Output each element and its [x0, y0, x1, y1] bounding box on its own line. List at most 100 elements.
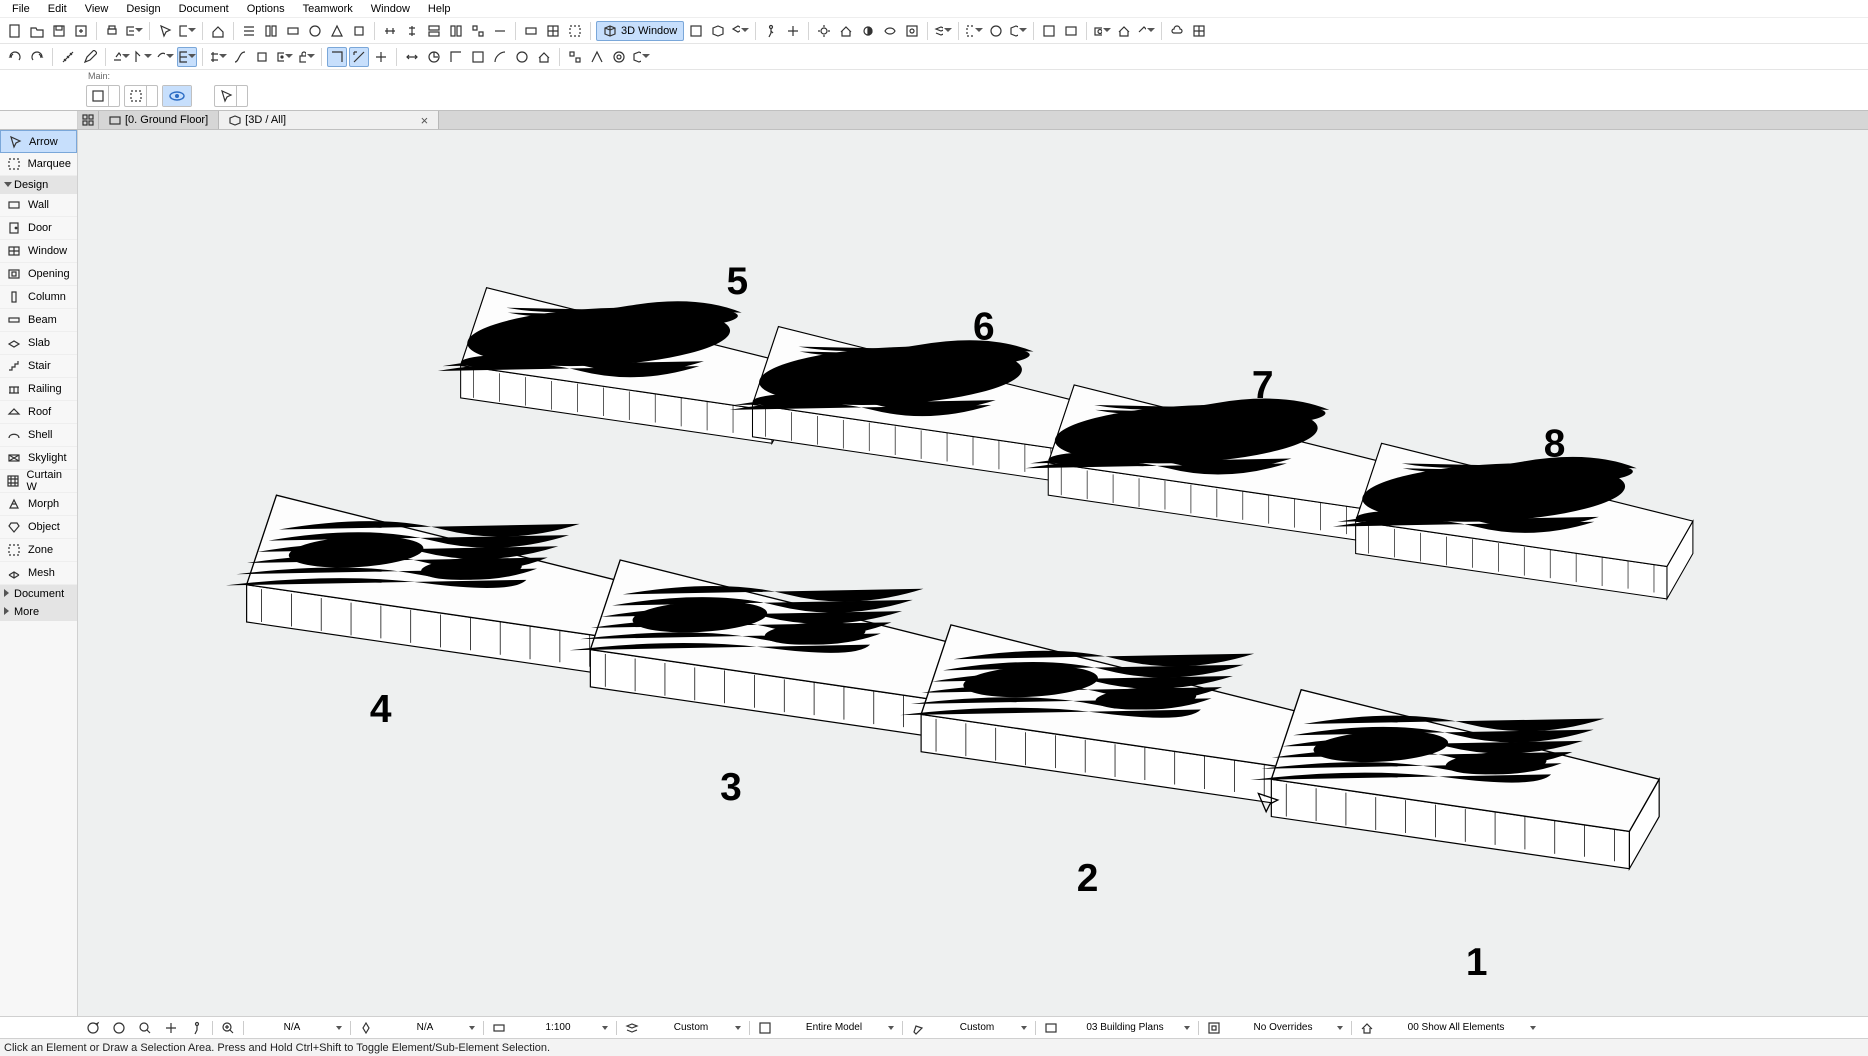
door-tool[interactable]: Door — [0, 217, 77, 240]
orbit-icon[interactable] — [108, 1019, 130, 1037]
m-6-icon[interactable] — [512, 47, 532, 67]
d3-icon[interactable] — [155, 47, 175, 67]
menu-edit[interactable]: Edit — [40, 2, 75, 16]
select-mode-group[interactable] — [86, 85, 120, 107]
orient-icon[interactable] — [355, 1019, 377, 1037]
go-icon[interactable] — [1203, 1019, 1225, 1037]
display-icon[interactable] — [1356, 1019, 1378, 1037]
x-2-icon[interactable] — [587, 47, 607, 67]
nav-home-icon[interactable] — [1136, 21, 1156, 41]
design-group-header[interactable]: Design — [0, 176, 77, 194]
model-field[interactable]: Entire Model — [780, 1019, 898, 1037]
x-3-icon[interactable] — [609, 47, 629, 67]
x-1-icon[interactable] — [565, 47, 585, 67]
d4-icon[interactable] — [177, 47, 197, 67]
wire-icon[interactable] — [880, 21, 900, 41]
grid-icon[interactable] — [1189, 21, 1209, 41]
mod-1-icon[interactable] — [1039, 21, 1059, 41]
layers-icon[interactable] — [621, 1019, 643, 1037]
pen-icon[interactable] — [907, 1019, 929, 1037]
dist-6-icon[interactable] — [490, 21, 510, 41]
camera-icon[interactable] — [1092, 21, 1112, 41]
dist-1-icon[interactable] — [380, 21, 400, 41]
mod-2-icon[interactable] — [1061, 21, 1081, 41]
x-4-icon[interactable] — [631, 47, 651, 67]
save-icon[interactable] — [49, 21, 69, 41]
dist-5-icon[interactable] — [468, 21, 488, 41]
tab-close-icon[interactable]: × — [421, 113, 429, 128]
m-1-icon[interactable] — [402, 47, 422, 67]
column-tool[interactable]: Column — [0, 286, 77, 309]
attr-icon[interactable] — [177, 21, 197, 41]
saveas-icon[interactable] — [71, 21, 91, 41]
dist-4-icon[interactable] — [446, 21, 466, 41]
window-tool[interactable]: Window — [0, 240, 77, 263]
wall-tool[interactable]: Wall — [0, 194, 77, 217]
menu-window[interactable]: Window — [363, 2, 418, 16]
walk-icon[interactable] — [761, 21, 781, 41]
3d-viewport[interactable]: 5 6 7 8 4 3 2 1 — [78, 130, 1868, 1016]
gs-1-icon[interactable] — [327, 47, 347, 67]
measure-icon[interactable] — [58, 47, 78, 67]
angle1-field[interactable]: N/A — [248, 1019, 346, 1037]
document-group-header[interactable]: Document — [0, 585, 77, 603]
overrides-field[interactable]: No Overrides — [1229, 1019, 1347, 1037]
orbit-reset-icon[interactable] — [82, 1019, 104, 1037]
menu-teamwork[interactable]: Teamwork — [295, 2, 361, 16]
shade-icon[interactable] — [858, 21, 878, 41]
grid-snap-icon[interactable] — [208, 47, 228, 67]
grp-3-icon[interactable] — [565, 21, 585, 41]
layers-field[interactable]: Custom — [647, 1019, 745, 1037]
menu-document[interactable]: Document — [171, 2, 237, 16]
gs-2-icon[interactable] — [349, 47, 369, 67]
mvo-field[interactable]: 03 Building Plans — [1066, 1019, 1194, 1037]
marquee-tool[interactable]: Marquee — [0, 153, 77, 176]
redo-icon[interactable] — [27, 47, 47, 67]
beam-tool[interactable]: Beam — [0, 309, 77, 332]
view-1-icon[interactable] — [686, 21, 706, 41]
d2-icon[interactable] — [133, 47, 153, 67]
angle2-field[interactable]: N/A — [381, 1019, 479, 1037]
mvo-icon[interactable] — [1040, 1019, 1062, 1037]
print-icon[interactable] — [102, 21, 122, 41]
tab-3d-all[interactable]: [3D / All] × — [219, 111, 439, 129]
align-6-icon[interactable] — [349, 21, 369, 41]
slab-tool[interactable]: Slab — [0, 332, 77, 355]
select-mode-2-group[interactable] — [124, 85, 158, 107]
edit-icon[interactable] — [80, 47, 100, 67]
cloud-icon[interactable] — [1167, 21, 1187, 41]
roof-tool[interactable]: Roof — [0, 401, 77, 424]
scale-icon[interactable] — [488, 1019, 510, 1037]
more-group-header[interactable]: More — [0, 603, 77, 621]
arrow-tool[interactable]: Arrow — [0, 130, 77, 153]
object-tool[interactable]: Object — [0, 516, 77, 539]
grp-2-icon[interactable] — [543, 21, 563, 41]
align-4-icon[interactable] — [305, 21, 325, 41]
sel-2-icon[interactable] — [986, 21, 1006, 41]
menu-view[interactable]: View — [77, 2, 117, 16]
tab-switcher-icon[interactable] — [78, 111, 99, 129]
grp-1-icon[interactable] — [521, 21, 541, 41]
railing-tool[interactable]: Railing — [0, 378, 77, 401]
menu-options[interactable]: Options — [239, 2, 293, 16]
open-file-icon[interactable] — [27, 21, 47, 41]
3d-window-button[interactable]: 3D Window — [596, 21, 684, 41]
align-1-icon[interactable] — [239, 21, 259, 41]
pens-field[interactable]: Custom — [933, 1019, 1031, 1037]
menu-design[interactable]: Design — [118, 2, 168, 16]
snap-1-icon[interactable] — [230, 47, 250, 67]
m-3-icon[interactable] — [446, 47, 466, 67]
view-3-icon[interactable] — [730, 21, 750, 41]
skylight-tool[interactable]: Skylight — [0, 447, 77, 470]
align-3-icon[interactable] — [283, 21, 303, 41]
align-5-icon[interactable] — [327, 21, 347, 41]
shell-tool[interactable]: Shell — [0, 424, 77, 447]
pick-icon[interactable] — [155, 21, 175, 41]
m-7-icon[interactable] — [534, 47, 554, 67]
sel-1-icon[interactable] — [964, 21, 984, 41]
dist-3-icon[interactable] — [424, 21, 444, 41]
zoom-field[interactable]: 1:100 — [514, 1019, 612, 1037]
curtain-w-tool[interactable]: Curtain W — [0, 470, 77, 493]
m-4-icon[interactable] — [468, 47, 488, 67]
tab-ground-floor[interactable]: [0. Ground Floor] — [99, 111, 219, 129]
